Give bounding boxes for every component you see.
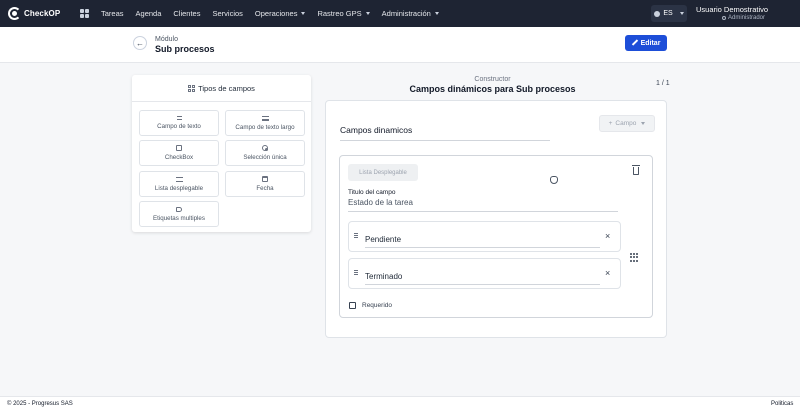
footer: © 2025 - Progresus SAS Politicas <box>0 396 800 412</box>
list-icon <box>175 176 183 182</box>
user-role-label: Administrador <box>728 15 766 21</box>
language-selector[interactable]: ES <box>651 5 687 22</box>
field-type-checkbox[interactable]: CheckBox <box>139 140 219 166</box>
field-type-label: Selección única <box>243 154 287 161</box>
page-counter: 1 / 1 <box>656 80 670 87</box>
copyright-text: © 2025 - Progresus SAS <box>7 401 73 407</box>
page-title: Sub procesos <box>155 44 215 54</box>
field-title-input[interactable]: Estado de la tarea <box>348 198 618 212</box>
field-type-label: Campo de texto largo <box>235 123 295 131</box>
field-title-label: Titulo del campo <box>348 189 396 196</box>
add-field-button[interactable]: + Campo <box>599 115 655 132</box>
radio-icon <box>262 145 268 151</box>
option-input[interactable]: Terminado <box>365 272 600 285</box>
option-row: Terminado × <box>348 258 621 289</box>
grab-hand-icon[interactable] <box>550 176 558 184</box>
chevron-down-icon <box>679 12 684 15</box>
chevron-down-icon <box>434 12 439 15</box>
close-icon[interactable]: × <box>605 231 610 241</box>
field-type-label: CheckBox <box>164 154 194 161</box>
plus-icon: + <box>608 120 613 127</box>
chevron-down-icon <box>641 122 646 125</box>
field-types-panel: Tipos de campos Campo de texto Campo de … <box>132 75 311 232</box>
tag-icon <box>176 206 182 212</box>
globe-icon <box>654 10 661 17</box>
drag-handle-icon[interactable] <box>354 270 358 275</box>
builder-panel: Campos dinamicos + Campo Lista Desplegab… <box>325 100 667 338</box>
field-type-chip: Lista Desplegable <box>348 164 418 181</box>
close-icon[interactable]: × <box>605 268 610 278</box>
field-type-label: Fecha <box>256 185 274 192</box>
user-role: Administrador <box>722 15 765 21</box>
grid-icon <box>188 84 196 92</box>
section-title[interactable]: Campos dinamicos <box>340 125 550 141</box>
field-type-text[interactable]: Campo de texto <box>139 110 219 136</box>
app-name: CheckOP <box>24 9 61 18</box>
field-types-header: Tipos de campos <box>132 75 311 102</box>
field-types-title: Tipos de campos <box>198 83 255 93</box>
nav-item-label: Rastreo GPS <box>317 9 362 18</box>
arrow-left-icon: ← <box>136 38 144 48</box>
page-header: ← Módulo Sub procesos Editar <box>0 27 800 63</box>
edit-button-label: Editar <box>640 39 661 47</box>
text-lines-icon <box>176 116 182 120</box>
checkbox-icon <box>176 145 182 151</box>
nav-item-agenda[interactable]: Agenda <box>130 9 168 18</box>
app-logo[interactable]: CheckOP <box>8 7 70 20</box>
user-name: Usuario Demostrativo <box>696 5 769 14</box>
field-type-tags[interactable]: Etiquetas multiples <box>139 201 219 227</box>
drag-dots-icon[interactable] <box>630 253 638 262</box>
chevron-down-icon <box>365 12 370 15</box>
field-type-label: Lista desplegable <box>154 184 204 192</box>
nav-item-rastreo-gps[interactable]: Rastreo GPS <box>311 9 375 18</box>
add-field-label: Campo <box>615 120 637 127</box>
policies-link[interactable]: Politicas <box>771 401 793 407</box>
field-type-dropdown[interactable]: Lista desplegable <box>139 171 219 197</box>
field-type-date[interactable]: Fecha <box>225 171 305 197</box>
module-label: Módulo <box>155 36 178 43</box>
trash-icon[interactable] <box>632 165 640 175</box>
nav-item-tareas[interactable]: Tareas <box>95 9 130 18</box>
field-card: Lista Desplegable Titulo del campo Estad… <box>339 155 653 318</box>
option-input[interactable]: Pendiente <box>365 235 600 248</box>
logo-icon <box>8 7 21 20</box>
edit-button[interactable]: Editar <box>625 35 667 51</box>
nav-item-label: Operaciones <box>254 9 298 18</box>
field-type-long-text[interactable]: Campo de texto largo <box>225 110 305 136</box>
nav-links: Tareas Agenda Clientes Servicios Operaci… <box>95 9 445 18</box>
nav-item-servicios[interactable]: Servicios <box>206 9 248 18</box>
top-navbar: CheckOP Tareas Agenda Clientes Servicios… <box>0 0 800 27</box>
calendar-icon <box>262 176 268 182</box>
nav-item-operaciones[interactable]: Operaciones <box>249 9 312 18</box>
language-label: ES <box>663 10 673 17</box>
nav-item-label: Servicios <box>212 9 243 18</box>
nav-item-label: Clientes <box>173 9 201 18</box>
builder-title: Campos dinámicos para Sub procesos <box>409 84 576 94</box>
drag-handle-icon[interactable] <box>354 233 358 238</box>
chevron-down-icon <box>301 12 306 15</box>
nav-item-administracion[interactable]: Administración <box>376 9 445 18</box>
nav-item-label: Administración <box>381 9 431 18</box>
long-text-icon <box>261 115 269 121</box>
option-row: Pendiente × <box>348 221 621 252</box>
back-button[interactable]: ← <box>133 36 147 50</box>
required-label: Requerido <box>362 302 392 309</box>
field-type-label: Campo de texto <box>157 123 201 130</box>
nav-item-label: Tareas <box>101 9 124 18</box>
nav-item-clientes[interactable]: Clientes <box>167 9 206 18</box>
field-type-label: Etiquetas multiples <box>153 214 205 222</box>
required-checkbox[interactable] <box>349 302 356 309</box>
nav-item-label: Agenda <box>135 9 162 18</box>
builder-subtitle: Constructor <box>474 76 511 83</box>
field-type-single-select[interactable]: Selección única <box>225 140 305 166</box>
apps-grid-icon[interactable] <box>80 9 89 18</box>
pencil-icon <box>632 40 638 46</box>
role-icon <box>722 16 726 20</box>
